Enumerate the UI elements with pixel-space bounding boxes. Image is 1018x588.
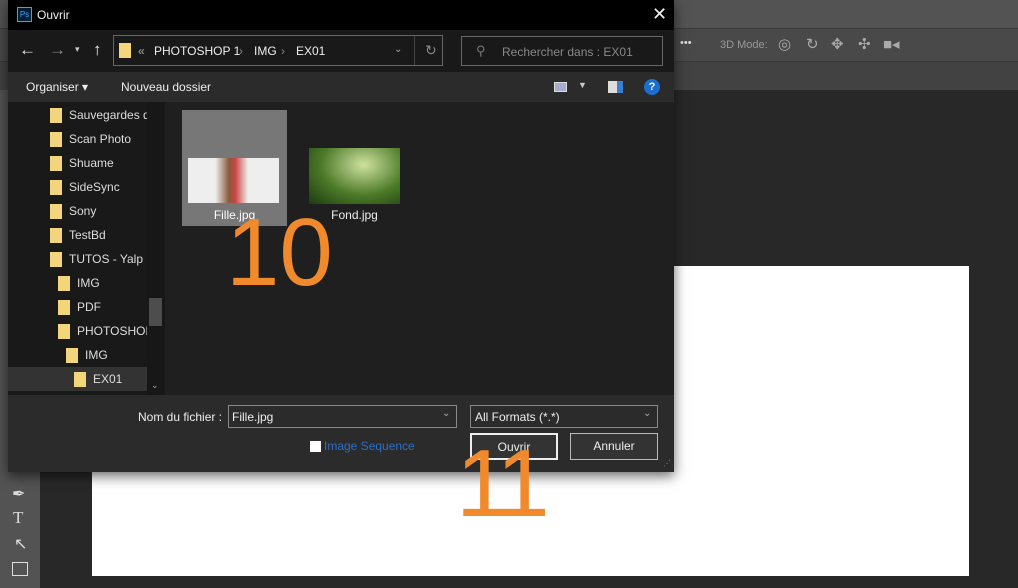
scroll-down-icon[interactable]: ⌄ [151, 380, 159, 391]
folder-icon [58, 300, 70, 316]
more-button[interactable]: ••• [680, 37, 692, 49]
new-folder-button[interactable]: Nouveau dossier [121, 80, 211, 94]
tree-item[interactable]: Sauvegardes de [8, 103, 156, 127]
forward-icon[interactable]: → [49, 40, 66, 60]
tree-item[interactable]: Scan Photo [8, 127, 147, 151]
orbit-icon[interactable]: ◎ [778, 35, 791, 53]
dialog-footer: Nom du fichier : Fille.jpg ⌄ All Formats… [8, 395, 674, 472]
preview-pane-icon[interactable] [608, 81, 623, 93]
folder-icon [66, 348, 78, 364]
selection-tool-icon[interactable]: ↖ [14, 534, 27, 554]
title-bar: Ps Ouvrir ✕ [8, 0, 674, 30]
camera-icon[interactable]: ■◂ [883, 35, 900, 53]
tree-item[interactable]: TUTOS - Yalp [8, 247, 147, 271]
folder-icon [50, 252, 62, 268]
tree-item[interactable]: SideSync [8, 175, 147, 199]
open-dialog: Ps Ouvrir ✕ ← → ▾ ↑ « PHOTOSHOP 1 › IMG … [8, 0, 674, 472]
filename-input[interactable]: Fille.jpg ⌄ [228, 405, 457, 428]
tree-item[interactable]: IMG [8, 343, 147, 367]
tree-item-label: Sony [69, 204, 97, 218]
pan-icon[interactable]: ✥ [831, 35, 844, 53]
slide-icon[interactable]: ✣ [858, 35, 871, 53]
roll-icon[interactable]: ↻ [806, 35, 819, 53]
tree-item-label: TestBd [69, 228, 106, 242]
breadcrumb-photoshop1[interactable]: PHOTOSHOP 1 [154, 44, 240, 58]
tree-item-label: SideSync [69, 180, 120, 194]
close-icon[interactable]: ✕ [652, 4, 667, 25]
tree-item[interactable]: PHOTOSHOP [8, 319, 153, 343]
tree-item[interactable]: TestBd [8, 223, 147, 247]
tree-item-label: Scan Photo [69, 132, 132, 146]
help-icon[interactable]: ? [644, 79, 660, 95]
folder-icon [50, 156, 62, 172]
pen-tool-icon[interactable]: ✒ [12, 484, 25, 504]
tree-item[interactable]: IMG [8, 271, 147, 295]
breadcrumb-img[interactable]: IMG [254, 44, 277, 58]
search-icon: ⚲ [476, 43, 486, 58]
search-input[interactable]: ⚲ Rechercher dans : EX01 [461, 36, 663, 66]
folder-tree: Sauvegardes de Scan Photo Shuame SideSync So… [8, 102, 165, 395]
address-bar[interactable]: « PHOTOSHOP 1 › IMG › EX01 ⌄ ↻ [113, 35, 443, 66]
tree-item-label: TUTOS - Yalp [69, 252, 144, 266]
thumbnail-fille [188, 158, 279, 203]
tree-item-label: Sauvegardes de [69, 108, 157, 122]
view-chevron-icon[interactable]: ▼ [578, 80, 587, 90]
image-sequence-checkbox[interactable] [310, 441, 321, 452]
folder-icon [50, 180, 62, 196]
organise-button[interactable]: Organiser ▾ [26, 80, 88, 94]
folder-icon [119, 43, 131, 58]
tree-item[interactable]: Sony [8, 199, 147, 223]
folder-icon [50, 108, 62, 124]
step-annotation-10: 10 [226, 199, 333, 306]
folder-icon [50, 132, 62, 148]
filename-value: Fille.jpg [232, 410, 274, 424]
rectangle-tool-icon[interactable] [12, 562, 28, 576]
refresh-icon[interactable]: ↻ [425, 42, 437, 59]
folder-icon [58, 276, 70, 292]
tree-item[interactable]: Shuame [8, 151, 147, 175]
folder-icon [58, 324, 70, 340]
tree-item-label: PDF [77, 300, 101, 314]
tree-scrollbar[interactable]: ⌄ [147, 102, 165, 395]
dialog-title: Ouvrir [37, 8, 70, 22]
tree-item-label: IMG [85, 348, 108, 362]
filetype-select[interactable]: All Formats (*.*) ⌄ [470, 405, 658, 428]
cancel-button[interactable]: Annuler [570, 433, 658, 460]
command-bar: Organiser ▾ Nouveau dossier ▼ ? [8, 72, 674, 102]
search-placeholder: Rechercher dans : EX01 [502, 45, 633, 59]
filename-label: Nom du fichier : [138, 410, 223, 424]
filetype-value: All Formats (*.*) [475, 410, 560, 424]
type-tool-icon[interactable]: T [13, 508, 23, 528]
folder-icon [74, 372, 86, 388]
scrollbar-thumb[interactable] [149, 298, 162, 326]
path-overflow[interactable]: « [138, 44, 145, 58]
resize-grip-icon[interactable]: ⋰ [663, 459, 671, 468]
folder-icon [50, 228, 62, 244]
tree-item-label: IMG [77, 276, 100, 290]
back-icon[interactable]: ← [19, 40, 36, 60]
chevron-down-icon[interactable]: ⌄ [643, 408, 651, 419]
step-annotation-11: 11 [456, 430, 550, 537]
folder-icon [50, 204, 62, 220]
view-icon[interactable] [554, 82, 567, 92]
breadcrumb-ex01[interactable]: EX01 [296, 44, 325, 58]
address-row: ← → ▾ ↑ « PHOTOSHOP 1 › IMG › EX01 ⌄ ↻ ⚲… [8, 30, 674, 72]
thumbnail-fond [309, 148, 400, 204]
photoshop-logo-icon: Ps [17, 7, 32, 22]
tree-item-label: Shuame [69, 156, 114, 170]
chevron-down-icon[interactable]: ⌄ [442, 408, 450, 419]
recent-chevron-icon[interactable]: ▾ [75, 44, 80, 55]
3d-mode-label: 3D Mode: [720, 39, 768, 51]
tree-item-label: PHOTOSHOP [77, 324, 154, 338]
up-icon[interactable]: ↑ [93, 40, 102, 60]
image-sequence-label[interactable]: Image Sequence [324, 439, 415, 453]
tree-item[interactable]: PDF [8, 295, 147, 319]
tree-item-label: EX01 [93, 372, 123, 386]
tree-item[interactable]: EX01 [8, 367, 147, 391]
chevron-down-icon[interactable]: ⌄ [394, 44, 402, 55]
